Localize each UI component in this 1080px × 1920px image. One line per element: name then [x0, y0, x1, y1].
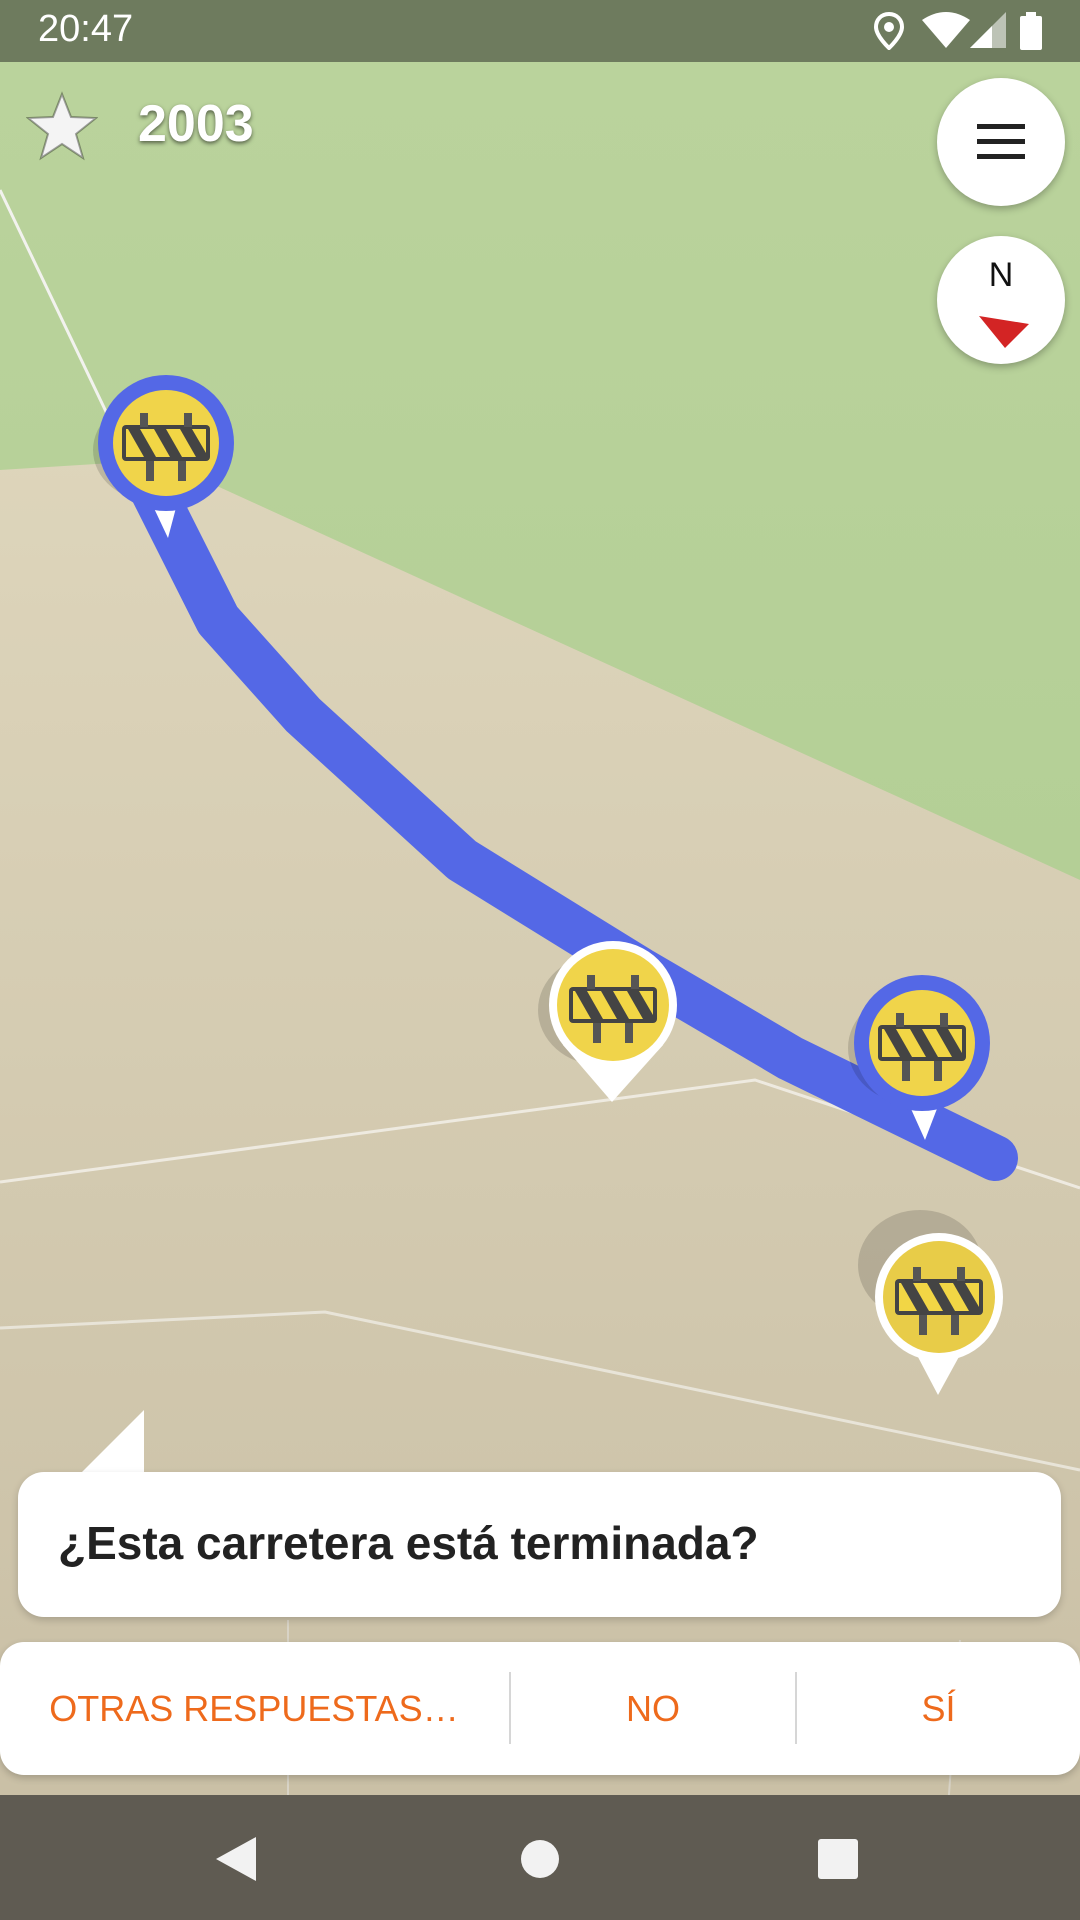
yes-button[interactable]: SÍ: [797, 1642, 1080, 1775]
compass-button[interactable]: N: [937, 236, 1065, 364]
menu-icon: [977, 124, 1025, 159]
back-icon[interactable]: [214, 1835, 258, 1883]
other-answers-button[interactable]: OTRAS RESPUESTAS…: [0, 1642, 508, 1775]
battery-icon: [1020, 12, 1042, 50]
star-icon[interactable]: [26, 90, 98, 162]
recents-icon[interactable]: [818, 1839, 858, 1879]
map-view[interactable]: [0, 0, 1080, 1920]
location-icon: [874, 12, 904, 50]
no-button[interactable]: NO: [511, 1642, 795, 1775]
compass-arrow-icon: [979, 316, 1029, 348]
wifi-icon: [922, 12, 970, 48]
signal-icon: [970, 12, 1006, 48]
status-bar: 20:47: [0, 0, 1080, 62]
map-title: 2003: [138, 95, 254, 153]
answer-bar: OTRAS RESPUESTAS… NO SÍ: [0, 1642, 1080, 1775]
home-icon[interactable]: [520, 1839, 560, 1879]
bubble-tail: [80, 1410, 144, 1474]
menu-button[interactable]: [937, 78, 1065, 206]
navigation-bar: [0, 1795, 1080, 1920]
quest-question: ¿Esta carretera está terminada?: [58, 1517, 759, 1569]
quest-bubble: ¿Esta carretera está terminada?: [18, 1472, 1061, 1617]
status-time: 20:47: [38, 8, 134, 50]
